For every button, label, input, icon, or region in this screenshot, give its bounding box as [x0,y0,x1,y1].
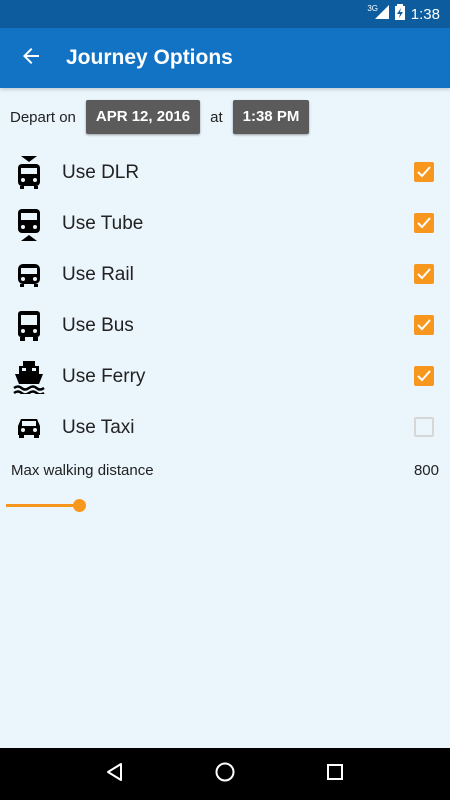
taxi-icon [12,411,46,445]
walking-distance-value: 800 [413,462,439,479]
rail-train-icon [12,258,46,292]
app-bar: Journey Options [0,28,450,88]
navigation-bar [0,748,450,800]
date-picker-button[interactable]: APR 12, 2016 [85,100,201,134]
tube-checkbox[interactable] [414,213,434,233]
option-label: Use DLR [62,161,140,183]
time-picker-button[interactable]: 1:38 PM [232,100,310,134]
transport-options-list: Use DLR Use Tube Use Rail Use Bus Use Fe… [0,147,450,453]
option-rail[interactable]: Use Rail [0,249,450,300]
network-type: 3G [367,4,378,13]
bus-checkbox[interactable] [414,315,434,335]
option-ferry[interactable]: Use Ferry [0,351,450,402]
tube-train-icon [12,207,46,241]
nav-back-icon [105,762,125,787]
at-label: at [210,108,223,126]
option-dlr[interactable]: Use DLR [0,147,450,198]
nav-back-button[interactable] [95,754,135,794]
dlr-train-icon [12,155,46,190]
arrow-back-icon [21,46,41,71]
option-tube[interactable]: Use Tube [0,198,450,249]
ferry-checkbox[interactable] [414,366,434,386]
depart-row: Depart on APR 12, 2016 at 1:38 PM [10,100,310,134]
option-taxi[interactable]: Use Taxi [0,402,450,453]
dlr-checkbox[interactable] [414,162,434,182]
option-label: Use Tube [62,212,144,234]
bus-icon [12,309,46,343]
depart-label: Depart on [10,108,76,126]
option-bus[interactable]: Use Bus [0,300,450,351]
back-button[interactable] [0,28,62,88]
nav-recents-icon [326,763,344,786]
nav-recents-button[interactable] [315,754,355,794]
option-label: Use Rail [62,263,134,285]
walking-distance-slider[interactable] [6,496,444,516]
nav-home-icon [214,761,236,788]
option-label: Use Taxi [62,416,135,438]
walking-distance-label: Max walking distance [11,462,154,479]
slider-thumb[interactable] [73,499,86,512]
ferry-icon [12,360,46,394]
option-label: Use Bus [62,314,134,336]
status-bar: 3G 1:38 [0,0,450,28]
clock-time: 1:38 [410,5,440,23]
slider-track-fill [6,504,79,507]
battery-charging-icon [394,3,405,25]
page-title: Journey Options [66,46,233,69]
nav-home-button[interactable] [205,754,245,794]
option-label: Use Ferry [62,365,146,387]
rail-checkbox[interactable] [414,264,434,284]
taxi-checkbox[interactable] [414,417,434,437]
walking-distance-row: Max walking distance 800 [11,462,439,479]
